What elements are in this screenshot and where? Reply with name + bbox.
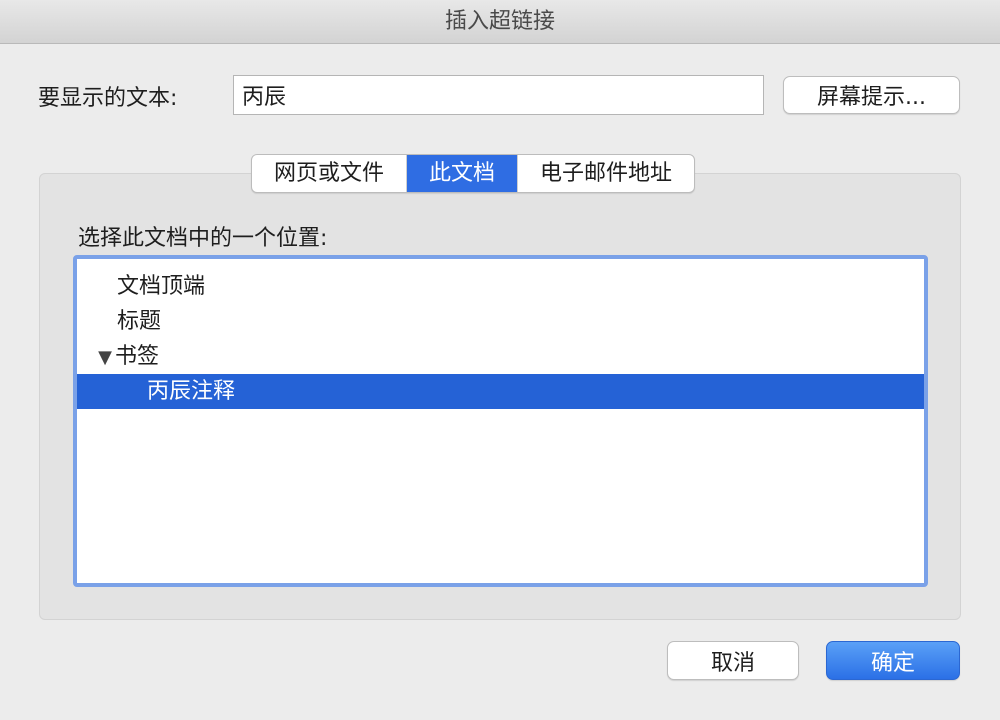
tab-this-document[interactable]: 此文档 [407, 155, 519, 192]
screentip-button[interactable]: 屏幕提示... [783, 76, 960, 114]
tree-item-label: 书签 [115, 344, 160, 369]
tree-item-headings[interactable]: 标题 [77, 304, 924, 339]
tab-bar: 网页或文件 此文档 电子邮件地址 [251, 154, 696, 193]
tree-item-label: 标题 [117, 309, 162, 334]
tree-item-bookmarks[interactable]: ▼ 书签 [77, 339, 924, 374]
window-title: 插入超链接 [444, 9, 555, 34]
display-text-input[interactable] [233, 75, 764, 115]
tab-web-page-or-file[interactable]: 网页或文件 [252, 155, 408, 192]
display-text-label: 要显示的文本: [38, 86, 178, 111]
location-label: 选择此文档中的一个位置: [78, 226, 328, 251]
tree-item-label: 文档顶端 [117, 274, 206, 299]
ok-button[interactable]: 确定 [826, 641, 960, 680]
disclosure-triangle-icon[interactable]: ▼ [95, 340, 115, 375]
tree-item-label: 丙辰注释 [147, 379, 236, 404]
location-tree[interactable]: 文档顶端 标题 ▼ 书签 丙辰注释 [73, 255, 928, 587]
tab-email-address[interactable]: 电子邮件地址 [518, 155, 694, 192]
window-titlebar: 插入超链接 [0, 0, 1000, 44]
tree-item-bookmark-bingchen[interactable]: 丙辰注释 [77, 374, 924, 409]
cancel-button[interactable]: 取消 [667, 641, 799, 680]
tree-item-top-of-document[interactable]: 文档顶端 [77, 269, 924, 304]
